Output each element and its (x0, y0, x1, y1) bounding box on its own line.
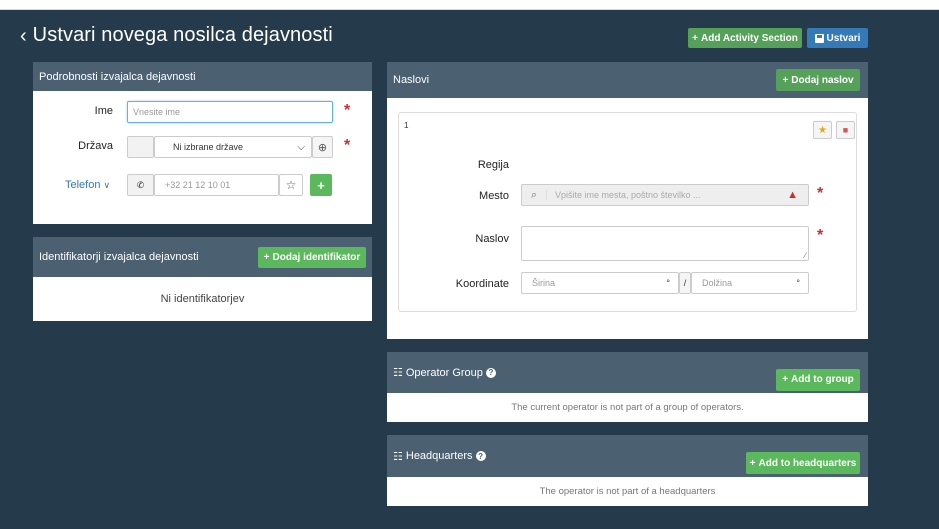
page-header: ‹ Ustvari novega nosilca dejavnosti (20, 24, 333, 47)
name-input[interactable]: Vnesite ime (127, 101, 333, 123)
degree-symbol: ° (666, 278, 670, 288)
panel-title-wrap: ☷ Operator Group ? (393, 366, 496, 379)
coord-separator: / (679, 272, 691, 294)
headquarters-panel: ☷ Headquarters ? + Add to headquarters T… (387, 435, 868, 506)
phone-icon: ✆ (127, 174, 154, 196)
required-icon: * (344, 137, 351, 154)
add-to-headquarters-button[interactable]: + Add to headquarters (746, 452, 860, 474)
operator-details-panel: Podrobnosti izvajalca dejavnosti Ime Vne… (33, 62, 372, 224)
country-label: Država (78, 140, 113, 152)
coordinates-label: Koordinate (455, 278, 509, 290)
address-index: 1 (404, 121, 409, 130)
resize-handle-icon: ∕ (804, 251, 806, 260)
add-to-group-label: Add to group (791, 374, 854, 385)
star-icon[interactable]: ★ (813, 121, 832, 139)
panel-header: Podrobnosti izvajalca dejavnosti (33, 62, 372, 91)
star-icon[interactable]: ☆ (279, 174, 303, 196)
region-label: Regija (477, 159, 509, 171)
phone-placeholder: +32 21 12 10 01 (165, 180, 231, 190)
panel-body: The current operator is not part of a gr… (387, 393, 868, 422)
address-textarea[interactable]: ∕ (521, 226, 809, 261)
panel-title-wrap: ☷ Headquarters ? (393, 450, 486, 463)
add-activity-section-button[interactable]: + Add Activity Section (688, 28, 802, 48)
create-label: Ustvari (826, 32, 861, 44)
name-label: Ime (94, 105, 113, 117)
add-identifier-button[interactable]: + Dodaj identifikator (258, 246, 366, 268)
panel-header: ☷ Operator Group ? + Add to group (387, 352, 868, 393)
panel-header: Identifikatorji izvajalca dejavnosti + D… (33, 237, 372, 277)
panel-body: Ime Vnesite ime * Država Ni izbrane drža… (33, 91, 372, 224)
address-card: 1 ★ ■ Regija Mesto ⌕ Vpišite ime mesta, … (398, 112, 857, 312)
longitude-placeholder: Dolžina (702, 278, 733, 288)
separator-label: / (683, 278, 687, 288)
panel-body: Ni identifikatorjev (33, 277, 372, 321)
city-input[interactable]: ⌕ Vpišite ime mesta, poštno številko ...… (521, 184, 809, 206)
plus-icon: + (782, 374, 789, 385)
panel-title: Operator Group (405, 366, 483, 379)
globe-icon[interactable]: ⊕ (312, 136, 333, 158)
required-icon: * (817, 227, 824, 244)
hq-empty-text: The operator is not part of a headquarte… (539, 486, 716, 497)
create-button[interactable]: Ustvari (807, 28, 868, 48)
group-empty-text: The current operator is not part of a gr… (511, 402, 744, 413)
help-icon[interactable]: ? (475, 451, 486, 461)
flag-placeholder (127, 136, 154, 158)
page-title: Ustvari novega nosilca dejavnosti (32, 24, 333, 46)
help-icon[interactable]: ? (485, 367, 496, 378)
panel-title: Naslovi (393, 74, 430, 86)
add-address-button[interactable]: + Dodaj naslov (776, 69, 860, 91)
degree-symbol: ° (796, 278, 800, 288)
panel-body: The operator is not part of a headquarte… (387, 477, 868, 506)
operator-group-panel: ☷ Operator Group ? + Add to group The cu… (387, 352, 868, 422)
name-placeholder: Vnesite ime (133, 107, 181, 117)
save-icon (814, 33, 824, 43)
phone-input[interactable]: +32 21 12 10 01 (154, 174, 279, 196)
panel-title: Podrobnosti izvajalca dejavnosti (39, 70, 196, 83)
add-to-group-button[interactable]: + Add to group (776, 368, 860, 391)
plus-icon: + (749, 457, 756, 469)
top-bar (0, 0, 939, 10)
sitemap-icon: ☷ (393, 367, 403, 379)
country-select[interactable]: Ni izbrane države ⌵ (154, 136, 312, 158)
add-to-headquarters-label: Add to headquarters (758, 457, 857, 469)
phone-label: Telefon (65, 179, 101, 191)
empty-identifiers-text: Ni identifikatorjev (160, 293, 245, 305)
panel-title: Headquarters (405, 450, 473, 462)
panel-body: 1 ★ ■ Regija Mesto ⌕ Vpišite ime mesta, … (387, 98, 868, 339)
add-activity-section-label: Add Activity Section (700, 32, 798, 44)
add-identifier-label: Dodaj identifikator (272, 251, 361, 263)
plus-icon: + (263, 251, 270, 263)
panel-header: Naslovi + Dodaj naslov (387, 62, 868, 98)
latitude-placeholder: Širina (532, 278, 556, 288)
addresses-panel: Naslovi + Dodaj naslov 1 ★ ■ Regija Mest… (387, 62, 868, 339)
add-phone-button[interactable]: + (310, 174, 332, 196)
panel-header: ☷ Headquarters ? + Add to headquarters (387, 435, 868, 477)
country-value: Ni izbrane države (173, 142, 244, 152)
plus-icon: + (692, 32, 698, 44)
required-icon: * (817, 185, 824, 202)
search-icon: ⌕ (530, 188, 538, 201)
plus-icon: + (782, 74, 789, 86)
chevron-left-icon[interactable]: ‹ (20, 26, 27, 46)
plus-icon: + (317, 177, 325, 193)
city-placeholder: Vpišite ime mesta, poštno številko ... (546, 190, 787, 200)
chevron-down-icon: ∨ (103, 179, 111, 190)
warning-icon: ▲ (787, 189, 798, 201)
trash-icon[interactable]: ■ (836, 121, 855, 139)
longitude-input[interactable]: Dolžina ° (691, 272, 809, 294)
required-icon: * (344, 102, 351, 119)
sitemap-icon: ☷ (393, 450, 403, 463)
latitude-input[interactable]: Širina ° (521, 272, 679, 294)
phone-type-dropdown[interactable]: Telefon ∨ (65, 179, 110, 191)
address-label: Naslov (475, 233, 509, 245)
operator-identifiers-panel: Identifikatorji izvajalca dejavnosti + D… (33, 237, 372, 321)
add-address-label: Dodaj naslov (791, 74, 854, 86)
city-label: Mesto (479, 190, 509, 202)
chevron-down-icon: ⌵ (297, 141, 305, 153)
panel-title: Identifikatorji izvajalca dejavnosti (39, 251, 199, 263)
